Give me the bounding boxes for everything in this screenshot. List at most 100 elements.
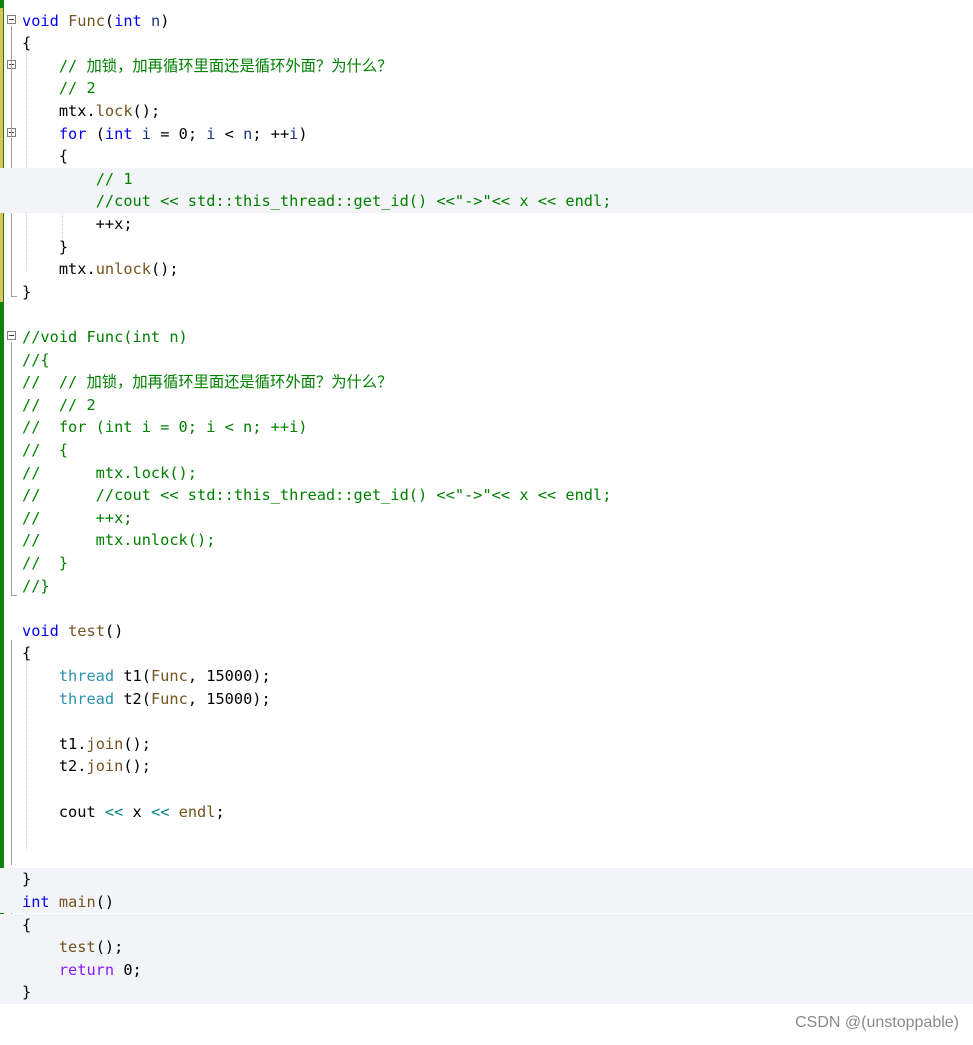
code-token: } (22, 282, 32, 301)
code-line[interactable]: void test() (0, 620, 973, 643)
code-line[interactable]: { (0, 913, 973, 937)
code-line[interactable]: //} (0, 575, 973, 598)
code-line[interactable]: // for (int i = 0; i < n; ++i) (0, 416, 973, 439)
code-line-text: { (22, 642, 31, 665)
code-token: (); (150, 260, 179, 279)
code-token: x (132, 802, 142, 821)
code-token: cout (58, 802, 96, 821)
code-line-text: // for (int i = 0; i < n; ++i) (22, 416, 308, 439)
code-line[interactable]: } (0, 981, 973, 1004)
code-line[interactable]: // mtx.lock(); (0, 462, 973, 485)
code-line[interactable] (0, 846, 973, 869)
code-token: { (22, 915, 32, 934)
code-token: = 0; (150, 124, 207, 143)
code-token: //cout << std::this_thread::get_id() <<"… (95, 192, 612, 211)
code-token: (); (123, 734, 151, 753)
code-line-text: { (22, 914, 31, 937)
code-editor[interactable]: void Func(int n){ // 加锁，加再循环里面还是循环外面？为什么… (0, 0, 973, 1004)
code-line[interactable] (0, 597, 973, 620)
code-token: // for (int i = 0; i < n; ++i) (22, 418, 308, 437)
code-line[interactable]: // // 2 (0, 394, 973, 417)
code-line-text: thread t1(Func, 15000); (22, 665, 271, 688)
code-line-text: mtx.lock(); (22, 100, 160, 123)
code-line[interactable]: int main() (0, 890, 973, 914)
code-line[interactable]: //{ (0, 349, 973, 372)
code-line-text: } (22, 981, 31, 1004)
code-line-text: // mtx.unlock(); (22, 529, 215, 552)
code-line[interactable] (0, 823, 973, 846)
code-line-text: // ++x; (22, 507, 133, 530)
code-line[interactable]: ++x; (0, 213, 973, 236)
code-line[interactable]: // { (0, 439, 973, 462)
code-token: ++ (22, 214, 115, 233)
code-token: } (22, 983, 32, 1002)
code-token: mtx (58, 101, 87, 120)
code-line[interactable]: // //cout << std::this_thread::get_id() … (0, 484, 973, 507)
code-token: lock (95, 101, 133, 120)
code-line[interactable]: { (0, 145, 973, 168)
code-token: // mtx.lock(); (22, 463, 197, 482)
code-line[interactable]: void Func(int n) (0, 10, 973, 33)
code-token: ; (123, 214, 133, 233)
code-line[interactable]: // mtx.unlock(); (0, 529, 973, 552)
code-line[interactable]: t2.join(); (0, 755, 973, 778)
code-line[interactable]: //cout << std::this_thread::get_id() <<"… (0, 190, 973, 213)
code-line[interactable]: mtx.lock(); (0, 100, 973, 123)
code-token: < (215, 124, 244, 143)
code-line[interactable]: cout << x << endl; (0, 801, 973, 824)
code-line[interactable]: test(); (0, 936, 973, 959)
code-token: (); (132, 101, 161, 120)
code-line[interactable]: // 2 (0, 77, 973, 100)
code-token: main (58, 892, 96, 911)
code-token: // // 加锁，加再循环里面还是循环外面？为什么？ (22, 373, 393, 392)
code-token: thread (58, 689, 115, 708)
code-token: // mtx.unlock(); (22, 531, 216, 550)
code-line[interactable]: { (0, 642, 973, 665)
code-line[interactable]: for (int i = 0; i < n; ++i) (0, 123, 973, 146)
code-token: ) (160, 11, 170, 30)
code-line[interactable]: } (0, 868, 973, 891)
code-line[interactable]: } (0, 236, 973, 259)
code-token: unlock (95, 260, 151, 279)
code-line[interactable]: mtx.unlock(); (0, 258, 973, 281)
code-line[interactable] (0, 778, 973, 801)
code-token: ( (141, 689, 151, 708)
code-token: , 15000); (187, 689, 271, 708)
code-token: //{ (22, 350, 50, 369)
code-line-text: } (22, 236, 68, 259)
code-token: t1 (58, 734, 78, 753)
code-line[interactable]: thread t2(Func, 15000); (0, 688, 973, 711)
code-line[interactable] (0, 710, 973, 733)
code-line-text: //{ (22, 349, 50, 372)
code-line[interactable] (0, 303, 973, 326)
code-token: ; (215, 802, 225, 821)
code-line[interactable]: //void Func(int n) (0, 326, 973, 349)
code-token: // 1 (95, 169, 133, 188)
code-line[interactable]: // 1 (0, 167, 973, 191)
code-line[interactable]: // 加锁，加再循环里面还是循环外面？为什么？ (0, 55, 973, 78)
code-line[interactable]: t1.join(); (0, 733, 973, 756)
code-token: 0; (114, 960, 142, 979)
code-line[interactable]: } (0, 281, 973, 304)
code-line[interactable]: return 0; (0, 958, 973, 982)
code-token: // { (22, 440, 69, 459)
code-token: int (114, 11, 142, 30)
code-line[interactable]: // } (0, 552, 973, 575)
code-token: << (104, 802, 124, 821)
code-line[interactable]: { (0, 32, 973, 55)
code-line[interactable]: // ++x; (0, 507, 973, 530)
code-line[interactable]: // // 加锁，加再循环里面还是循环外面？为什么？ (0, 371, 973, 394)
code-token: t2 (123, 689, 142, 708)
code-token: int (104, 124, 133, 143)
code-line-text: // //cout << std::this_thread::get_id() … (22, 484, 611, 507)
code-token: mtx (58, 260, 87, 279)
code-line[interactable]: thread t1(Func, 15000); (0, 665, 973, 688)
code-token: join (86, 734, 124, 753)
